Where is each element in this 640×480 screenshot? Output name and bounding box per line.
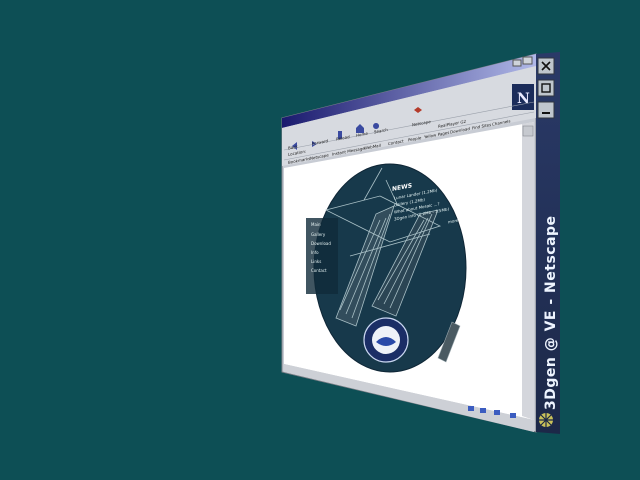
side-minimize-button[interactable] (537, 101, 555, 119)
nav-item-download[interactable]: Download (311, 241, 331, 246)
titlebar-max-button[interactable] (512, 59, 522, 67)
vertical-scrollbar[interactable] (522, 122, 534, 420)
nav-item-info[interactable]: Info (311, 250, 319, 255)
status-icon-3 (494, 410, 500, 415)
status-icon-4 (510, 413, 516, 418)
titlebar-close-button[interactable] (522, 56, 533, 65)
nav-item-gallery[interactable]: Gallery (311, 232, 325, 237)
more-link[interactable]: more (448, 218, 458, 225)
side-emblem-icon (539, 413, 553, 427)
window-title: 3Dgen @ VE - Netscape (543, 215, 559, 410)
side-nav-items: Main Gallery Download Info Links Contact (311, 222, 341, 292)
nav-item-links[interactable]: Links (311, 259, 321, 264)
nav-item-main[interactable]: Main (311, 222, 321, 227)
nav-item-contact[interactable]: Contact (311, 268, 327, 273)
status-icon-1 (468, 406, 474, 411)
scroll-up-button[interactable] (522, 125, 534, 137)
side-maximize-button[interactable] (537, 79, 555, 97)
status-icon-2 (480, 408, 486, 413)
